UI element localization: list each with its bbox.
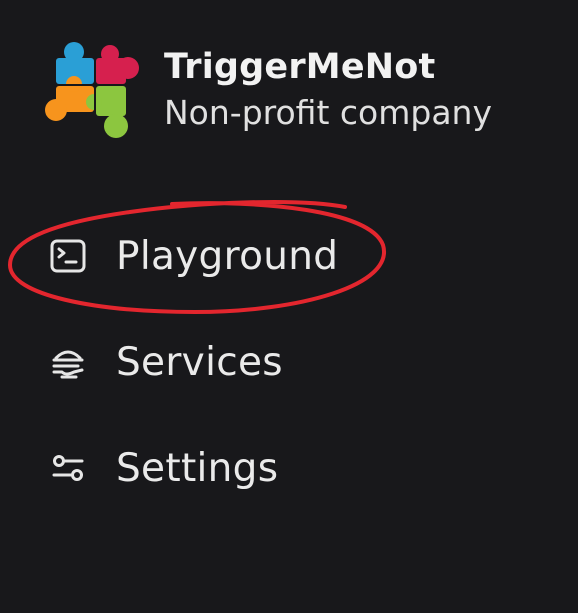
sidebar-item-label: Playground — [116, 233, 339, 279]
sidebar-item-services[interactable]: Services — [46, 332, 506, 392]
services-icon — [46, 340, 90, 384]
sidebar-nav: Playground Services Settings — [46, 226, 506, 544]
brand-subtitle: Non-profit company — [164, 93, 492, 132]
sidebar-item-label: Services — [116, 339, 283, 385]
brand-name: TriggerMeNot — [164, 47, 436, 87]
sidebar-item-settings[interactable]: Settings — [46, 438, 506, 498]
sidebar-item-label: Settings — [116, 445, 279, 491]
app-sidebar: TriggerMeNot Non-profit company Playgrou… — [0, 0, 578, 613]
sidebar-item-playground[interactable]: Playground — [46, 226, 506, 286]
puzzle-logo-icon — [45, 42, 139, 138]
brand-header[interactable]: TriggerMeNot Non-profit company — [44, 40, 492, 140]
sliders-icon — [46, 446, 90, 490]
terminal-icon — [46, 234, 90, 278]
